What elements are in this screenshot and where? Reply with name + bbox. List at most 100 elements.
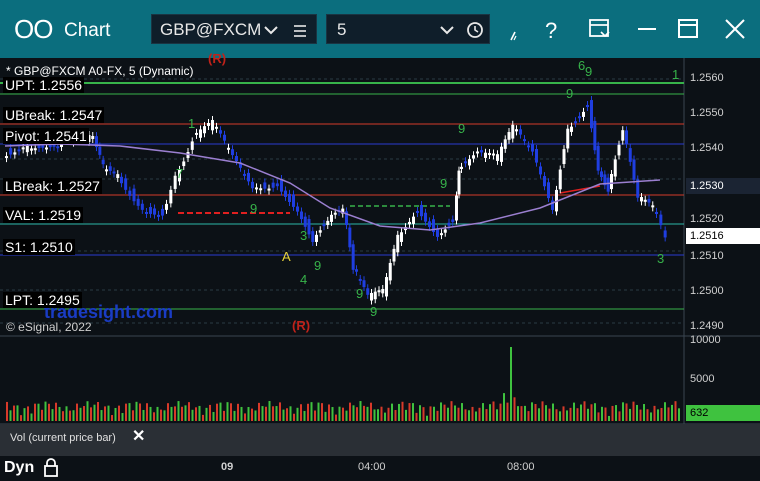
volume-bar (541, 401, 544, 421)
candle-body (428, 221, 431, 227)
volume-bar (496, 409, 498, 421)
candle-body (593, 120, 597, 151)
candle-body (464, 161, 467, 164)
candle-body (451, 219, 455, 222)
volume-bar (520, 406, 523, 421)
candle-body (503, 139, 507, 149)
candle-body (381, 289, 385, 294)
volume-bar (41, 409, 43, 421)
volume-bar (275, 406, 278, 421)
volume-bar (552, 403, 554, 421)
setup-count-marker: 1 (672, 67, 679, 82)
volume-bar (370, 402, 372, 421)
volume-bar (254, 410, 257, 421)
volume-bar (562, 406, 565, 421)
volume-bar (97, 402, 99, 421)
candle-body (259, 188, 263, 191)
volume-bar (170, 406, 173, 421)
volume-bar (611, 405, 614, 421)
volume-bar (244, 413, 246, 421)
candle-body (416, 210, 419, 213)
candle-body (621, 130, 625, 141)
volume-bar (506, 402, 509, 421)
volume-bar (660, 407, 663, 421)
dynamic-mode-label[interactable]: Dyn (4, 459, 34, 477)
volume-bar (440, 402, 442, 421)
candle-body (455, 195, 458, 221)
candle-body (207, 123, 210, 126)
volume-bar (492, 401, 495, 421)
volume-bar (594, 403, 596, 421)
volume-bar (461, 403, 463, 421)
volume-bar (195, 407, 197, 421)
volume-bar (51, 409, 54, 421)
volume-bar (464, 409, 467, 421)
price-chart-canvas[interactable]: 17939499996 9931 (0, 58, 760, 481)
volume-bar (538, 408, 540, 421)
close-icon[interactable] (725, 19, 745, 39)
level-label-val: VAL: 1.2519 (3, 207, 84, 223)
volume-bar (317, 402, 320, 421)
price-tick: 1.2550 (690, 107, 724, 119)
volume-bar (174, 406, 176, 421)
volume-bar (132, 410, 134, 421)
candle-body (388, 262, 392, 281)
candle-body (408, 221, 411, 225)
maximize-icon[interactable] (678, 19, 698, 38)
candle-body (145, 211, 148, 214)
candle-body (303, 216, 307, 227)
candle-body (247, 172, 250, 182)
drawing-tool-icon[interactable] (510, 31, 517, 41)
template-icon[interactable] (589, 19, 610, 38)
candle-body (333, 212, 337, 215)
volume-bar (328, 404, 330, 421)
volume-bar (555, 409, 558, 421)
volume-bar (471, 406, 474, 421)
volume-bar (468, 410, 470, 421)
candle-body (136, 198, 140, 206)
volume-bar (387, 407, 390, 421)
volume-bar (426, 415, 428, 421)
volume-bar (237, 403, 239, 421)
volume-bar (342, 407, 344, 421)
candle-body (21, 147, 25, 150)
candle-body (472, 155, 475, 159)
volume-study-tab[interactable]: Vol (current price bar) ✕ (4, 425, 152, 451)
candle-body (377, 290, 381, 293)
candle-body (586, 105, 589, 108)
time-axis: Dyn 09 04:00 08:00 (0, 456, 760, 481)
setup-count-marker: 3 (300, 228, 307, 243)
help-icon[interactable]: ? (545, 18, 557, 43)
volume-bar (349, 402, 351, 421)
volume-bar (16, 405, 19, 421)
volume-bar (296, 407, 299, 421)
volume-bar (223, 410, 225, 421)
candle-body (496, 154, 499, 161)
close-icon[interactable]: ✕ (132, 426, 145, 446)
candle-body (322, 224, 326, 227)
candle-body (227, 147, 230, 150)
volume-bar (205, 407, 208, 421)
volume-bar (503, 393, 505, 421)
volume-bar (524, 405, 526, 421)
level-label-pivot: Pivot: 1.2541 (3, 128, 89, 144)
candle-body (17, 149, 21, 152)
candle-body (663, 230, 667, 238)
volume-bar (226, 402, 229, 421)
candle-body (300, 211, 303, 220)
price-tick: 1.2500 (690, 285, 724, 297)
candle-body (511, 124, 515, 139)
chart-area[interactable]: 179394999969931 * GBP@FXCM A0-FX, 5 (Dyn… (0, 51, 760, 481)
candle-body (157, 214, 160, 217)
volume-bar (76, 403, 78, 421)
volume-bar (125, 403, 127, 421)
candle-body (531, 144, 534, 152)
candle-body (263, 182, 267, 189)
volume-badge: 632 (686, 405, 760, 421)
candle-body (41, 145, 45, 148)
volume-bar (356, 407, 358, 421)
level-label-lpt: LPT: 1.2495 (3, 292, 82, 308)
setup-count-marker: 1 (188, 116, 195, 131)
candle-body (251, 181, 254, 189)
candle-body (195, 132, 198, 135)
